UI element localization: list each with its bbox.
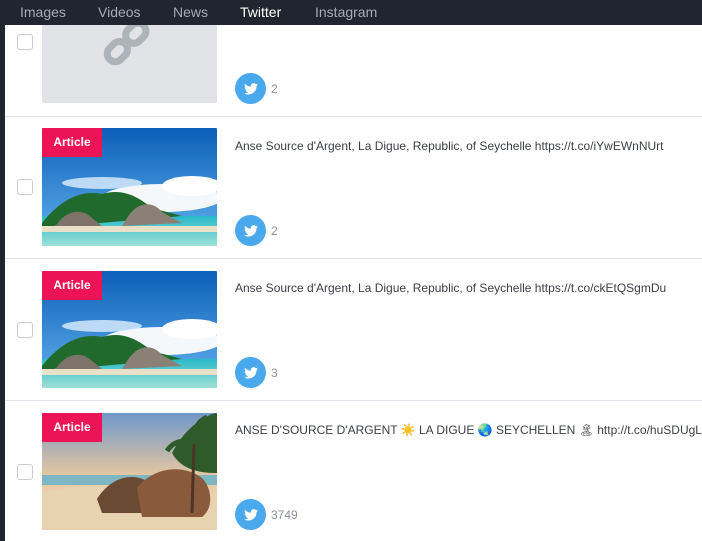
- media-type-nav: Images Videos News Twitter Instagram: [0, 0, 702, 25]
- tweet-row: Article Anse Source d'Argent, La Digue, …: [5, 117, 702, 259]
- thumbnail-image[interactable]: Article: [42, 413, 217, 530]
- select-checkbox[interactable]: [17, 179, 33, 195]
- thumbnail-placeholder: [42, 25, 217, 103]
- tweet-row: 2: [5, 25, 702, 117]
- tab-news[interactable]: News: [173, 0, 208, 25]
- tab-videos[interactable]: Videos: [98, 0, 141, 25]
- tweet-button[interactable]: [235, 499, 266, 530]
- tweet-text[interactable]: Anse Source d'Argent, La Digue, Republic…: [235, 281, 666, 295]
- tweet-button[interactable]: [235, 73, 266, 104]
- twitter-bird-icon: [243, 366, 258, 379]
- retweet-count: 3: [271, 366, 278, 380]
- tweet-text[interactable]: Anse Source d'Argent, La Digue, Republic…: [235, 139, 664, 153]
- tweet-button[interactable]: [235, 215, 266, 246]
- retweet-count: 2: [271, 224, 278, 238]
- article-badge: Article: [42, 413, 102, 442]
- tweet-text[interactable]: ANSE D'SOURCE D'ARGENT ☀️ LA DIGUE 🌏 SEY…: [235, 423, 702, 437]
- tweet-button[interactable]: [235, 357, 266, 388]
- tab-instagram[interactable]: Instagram: [315, 0, 377, 25]
- retweet-count: 3749: [271, 508, 298, 522]
- select-checkbox[interactable]: [17, 322, 33, 338]
- thumbnail-image[interactable]: Article: [42, 271, 217, 388]
- twitter-bird-icon: [243, 508, 258, 521]
- tab-twitter[interactable]: Twitter: [240, 0, 281, 25]
- twitter-bird-icon: [243, 224, 258, 237]
- tweet-row: Article Anse Source d'Argent, La Digue, …: [5, 259, 702, 401]
- thumbnail-image[interactable]: Article: [42, 128, 217, 246]
- tweet-row: Article ANSE D'SOURCE D'ARGENT ☀️ LA DIG…: [5, 401, 702, 541]
- retweet-count: 2: [271, 82, 278, 96]
- article-badge: Article: [42, 128, 102, 157]
- link-icon: [103, 25, 150, 66]
- twitter-bird-icon: [243, 82, 258, 95]
- select-checkbox[interactable]: [17, 464, 33, 480]
- article-badge: Article: [42, 271, 102, 300]
- tab-images[interactable]: Images: [20, 0, 66, 25]
- select-checkbox[interactable]: [17, 34, 33, 50]
